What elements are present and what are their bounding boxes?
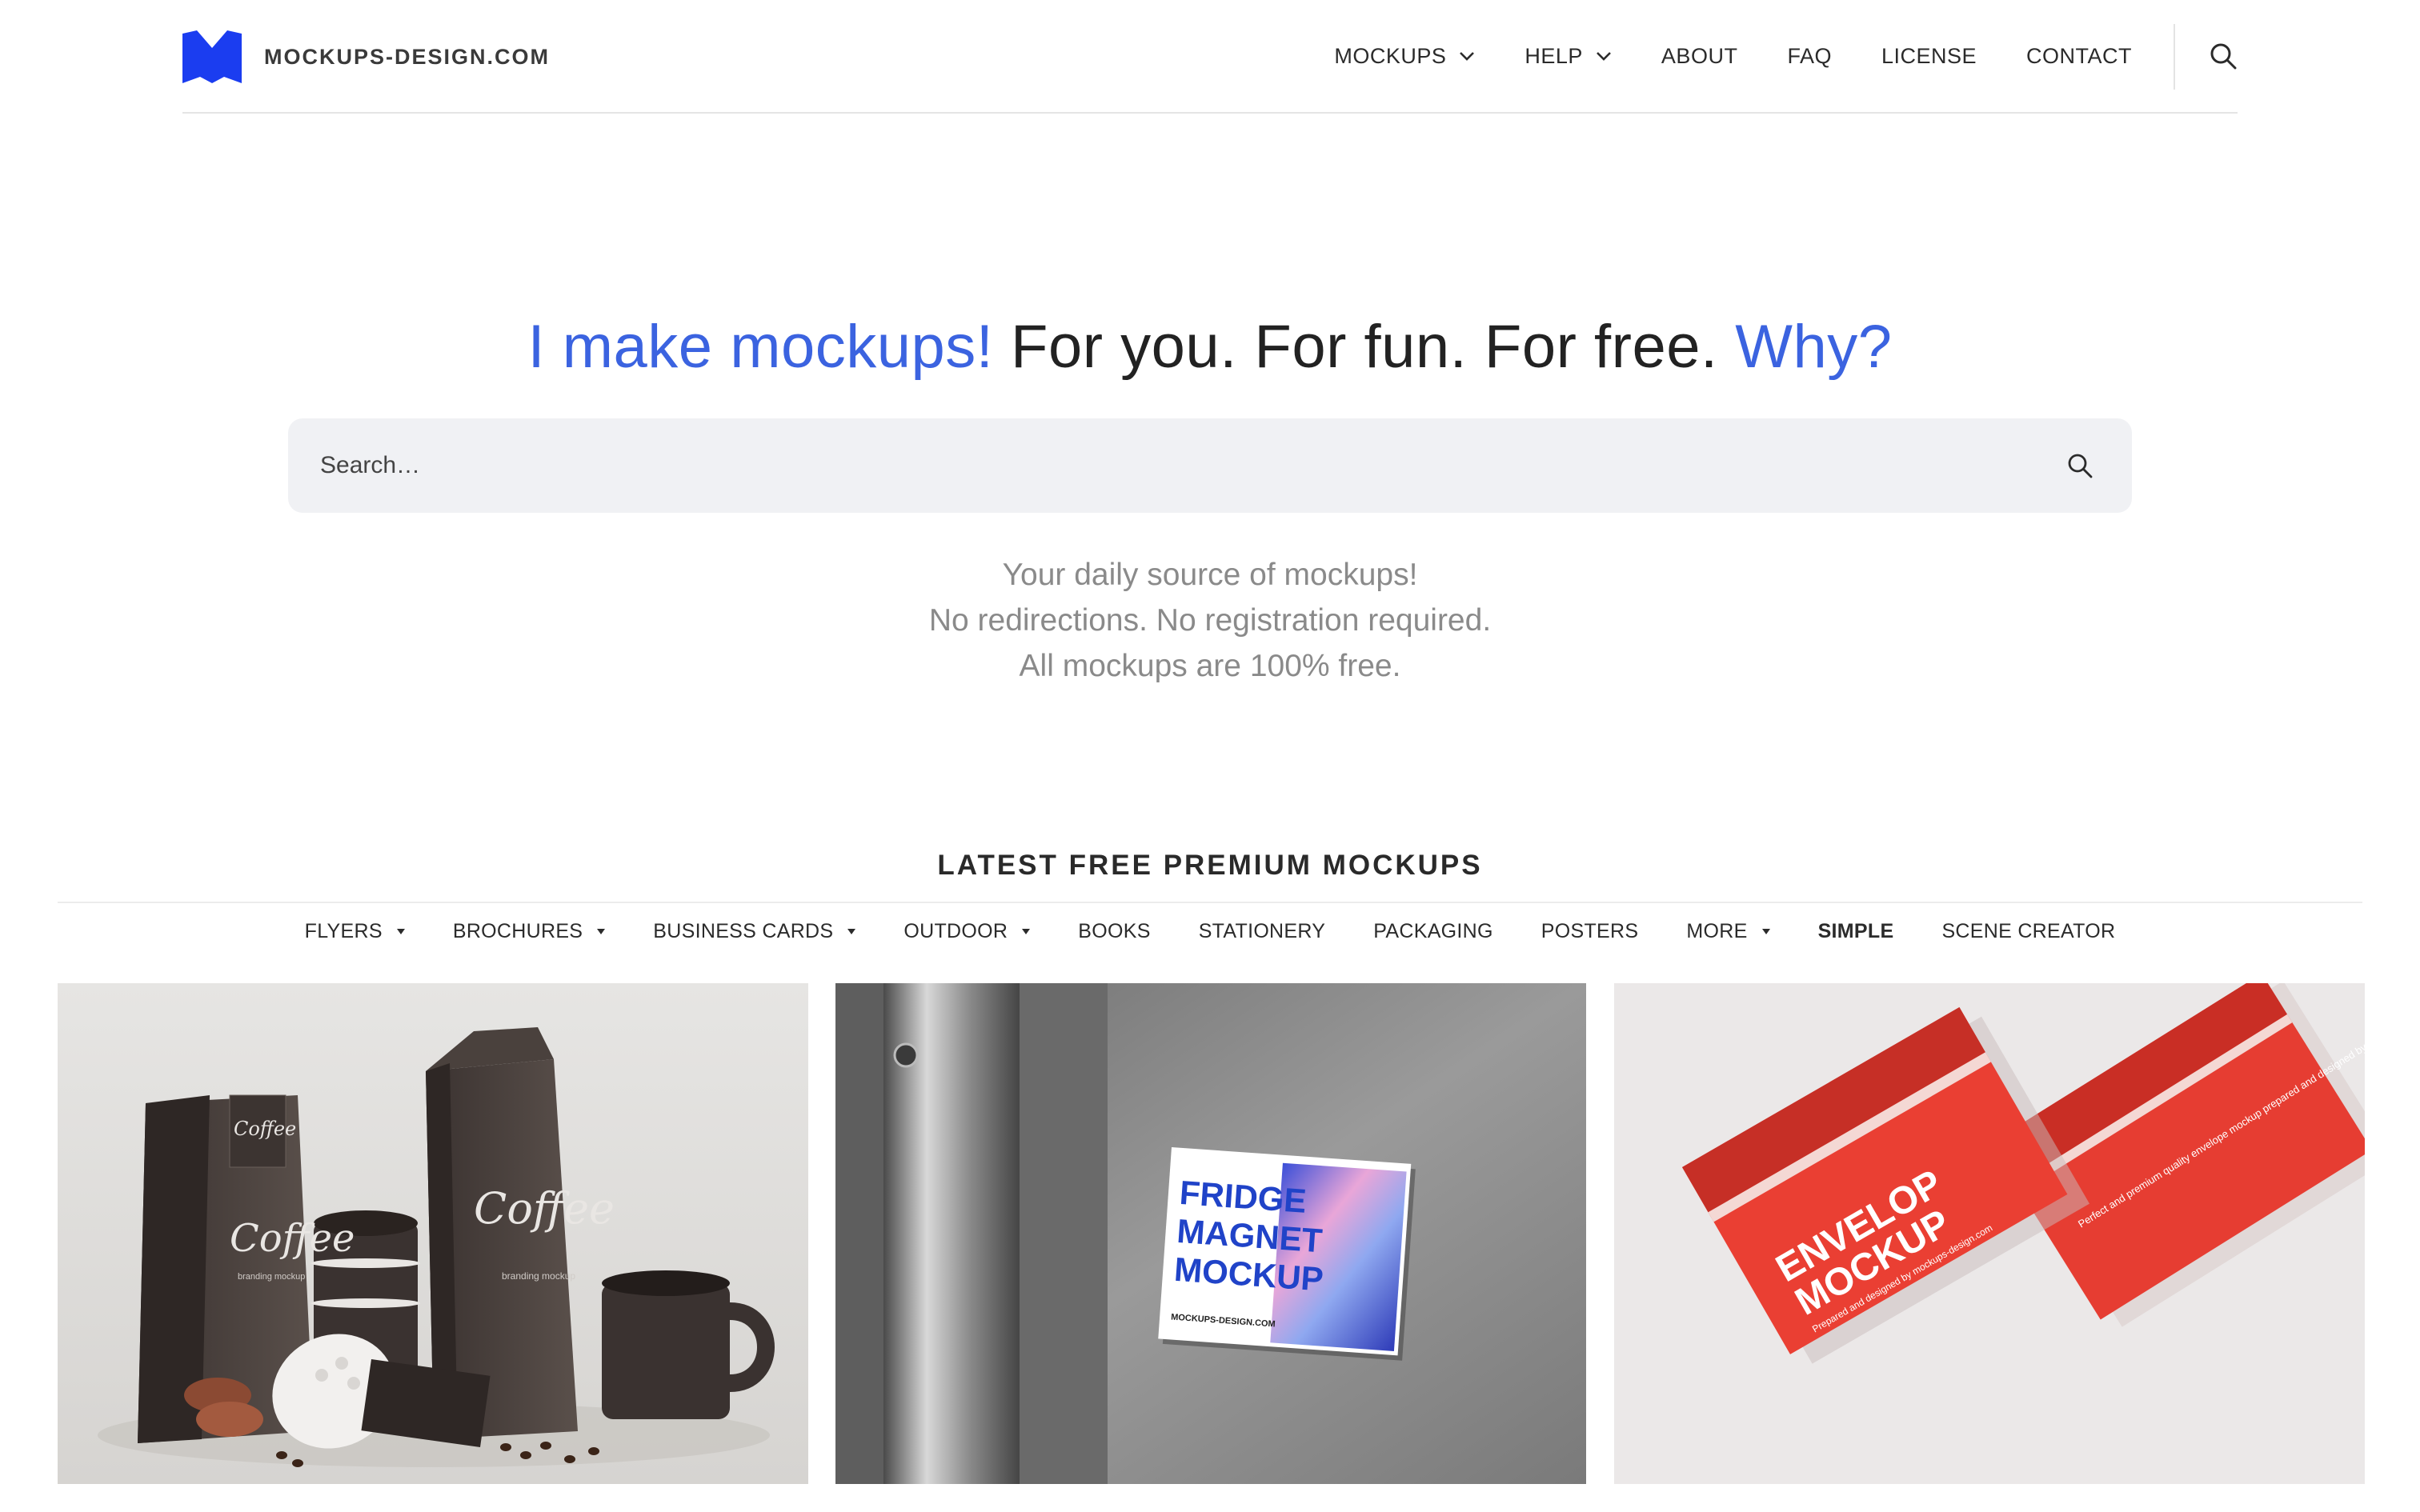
search-bar bbox=[288, 418, 2132, 513]
nav-item-mockups[interactable]: MOCKUPS bbox=[1334, 44, 1475, 69]
tagline-line: Your daily source of mockups! bbox=[1002, 558, 1418, 592]
envelope-mockup-image: Perfect and premium quality envelope moc… bbox=[1614, 983, 2365, 1484]
hero-title: I make mockups! For you. For fun. For fr… bbox=[0, 312, 2420, 382]
category-simple[interactable]: SIMPLE bbox=[1818, 920, 1894, 943]
caret-down-icon bbox=[396, 929, 405, 934]
bag-sublabel: branding mockup bbox=[238, 1272, 305, 1282]
hero-title-accent: I make mockups! bbox=[527, 313, 994, 381]
caret-down-icon bbox=[1761, 929, 1770, 934]
nav-item-label: LICENSE bbox=[1881, 43, 1977, 68]
nav-item-label: CONTACT bbox=[2026, 43, 2132, 68]
category-outdoor[interactable]: OUTDOOR bbox=[903, 920, 1031, 943]
box-label: Coffee bbox=[474, 1183, 615, 1234]
nav-item-contact[interactable]: CONTACT bbox=[2026, 44, 2132, 69]
fridge-magnet-mockup-image: FRIDGE MAGNET MOCKUP MOCKUPS-DESIGN.COM bbox=[835, 983, 1586, 1484]
site-header: MOCKUPS-DESIGN.COM MOCKUPS HELP ABOUT FA… bbox=[182, 0, 2238, 114]
category-flyers[interactable]: FLYERS bbox=[305, 920, 405, 943]
nav-item-license[interactable]: LICENSE bbox=[1881, 44, 1977, 69]
logo-text: MOCKUPS-DESIGN.COM bbox=[264, 44, 551, 69]
mockup-card-coffee[interactable]: Coffee Coffee Coffee branding mockup bra… bbox=[58, 983, 808, 1484]
hero-title-plain: For you. For fun. For free. bbox=[993, 313, 1736, 381]
category-label: OUTDOOR bbox=[903, 920, 1008, 942]
category-packaging[interactable]: PACKAGING bbox=[1373, 920, 1493, 943]
category-books[interactable]: BOOKS bbox=[1078, 920, 1150, 943]
tagline-line: No redirections. No registration require… bbox=[928, 603, 1492, 638]
category-label: BOOKS bbox=[1078, 920, 1151, 942]
category-posters[interactable]: POSTERS bbox=[1541, 920, 1639, 943]
category-more[interactable]: MORE bbox=[1686, 920, 1770, 943]
section-title: LATEST FREE PREMIUM MOCKUPS bbox=[937, 850, 1483, 881]
nav-item-label: ABOUT bbox=[1661, 43, 1738, 68]
why-link[interactable]: Why? bbox=[1735, 313, 1892, 381]
nav-item-about[interactable]: ABOUT bbox=[1661, 44, 1738, 69]
logo-mark-icon bbox=[182, 30, 242, 83]
nav-item-label: MOCKUPS bbox=[1334, 43, 1447, 68]
category-label: STATIONERY bbox=[1198, 920, 1326, 942]
category-label: BUSINESS CARDS bbox=[653, 920, 834, 942]
category-label: SIMPLE bbox=[1817, 920, 1894, 942]
category-label: SCENE CREATOR bbox=[1941, 920, 2116, 942]
nav-item-faq[interactable]: FAQ bbox=[1787, 44, 1832, 69]
category-label: POSTERS bbox=[1541, 920, 1639, 942]
mockup-card-fridge-magnet[interactable]: FRIDGE MAGNET MOCKUP MOCKUPS-DESIGN.COM bbox=[835, 983, 1586, 1484]
caret-down-icon bbox=[597, 929, 606, 934]
category-scene-creator[interactable]: SCENE CREATOR bbox=[1941, 920, 2115, 943]
chevron-down-icon bbox=[1597, 52, 1611, 61]
chevron-down-icon bbox=[1460, 52, 1475, 61]
caret-down-icon bbox=[847, 929, 856, 934]
category-nav: FLYERS BROCHURES BUSINESS CARDS OUTDOOR … bbox=[0, 920, 2420, 943]
category-business-cards[interactable]: BUSINESS CARDS bbox=[653, 920, 856, 943]
coffee-mockup-image: Coffee Coffee Coffee branding mockup bra… bbox=[58, 983, 808, 1484]
category-label: PACKAGING bbox=[1373, 920, 1493, 942]
nav-item-help[interactable]: HELP bbox=[1525, 44, 1612, 69]
category-label: BROCHURES bbox=[452, 920, 583, 942]
mockup-card-envelope[interactable]: Perfect and premium quality envelope moc… bbox=[1614, 983, 2365, 1484]
search-icon[interactable] bbox=[2066, 452, 2093, 479]
nav-item-label: HELP bbox=[1525, 43, 1583, 68]
main-nav: MOCKUPS HELP ABOUT FAQ LICENSE CONTACT bbox=[1334, 0, 2132, 112]
caret-down-icon bbox=[1022, 929, 1031, 934]
search-icon[interactable] bbox=[2209, 42, 2238, 70]
section-divider bbox=[58, 902, 2362, 903]
nav-item-label: FAQ bbox=[1787, 43, 1832, 68]
nav-divider bbox=[2174, 24, 2175, 90]
search-input[interactable] bbox=[288, 418, 2009, 513]
bag-label: Coffee bbox=[230, 1216, 355, 1261]
bag-label: Coffee bbox=[234, 1118, 296, 1140]
tagline-line: All mockups are 100% free. bbox=[1019, 649, 1401, 683]
category-stationery[interactable]: STATIONERY bbox=[1199, 920, 1326, 943]
site-logo[interactable]: MOCKUPS-DESIGN.COM bbox=[182, 30, 550, 83]
hero-tagline: Your daily source of mockups! No redirec… bbox=[0, 552, 2420, 689]
box-sublabel: branding mockup bbox=[502, 1270, 575, 1282]
category-label: FLYERS bbox=[304, 920, 383, 942]
category-brochures[interactable]: BROCHURES bbox=[452, 920, 606, 943]
category-label: MORE bbox=[1686, 920, 1748, 942]
